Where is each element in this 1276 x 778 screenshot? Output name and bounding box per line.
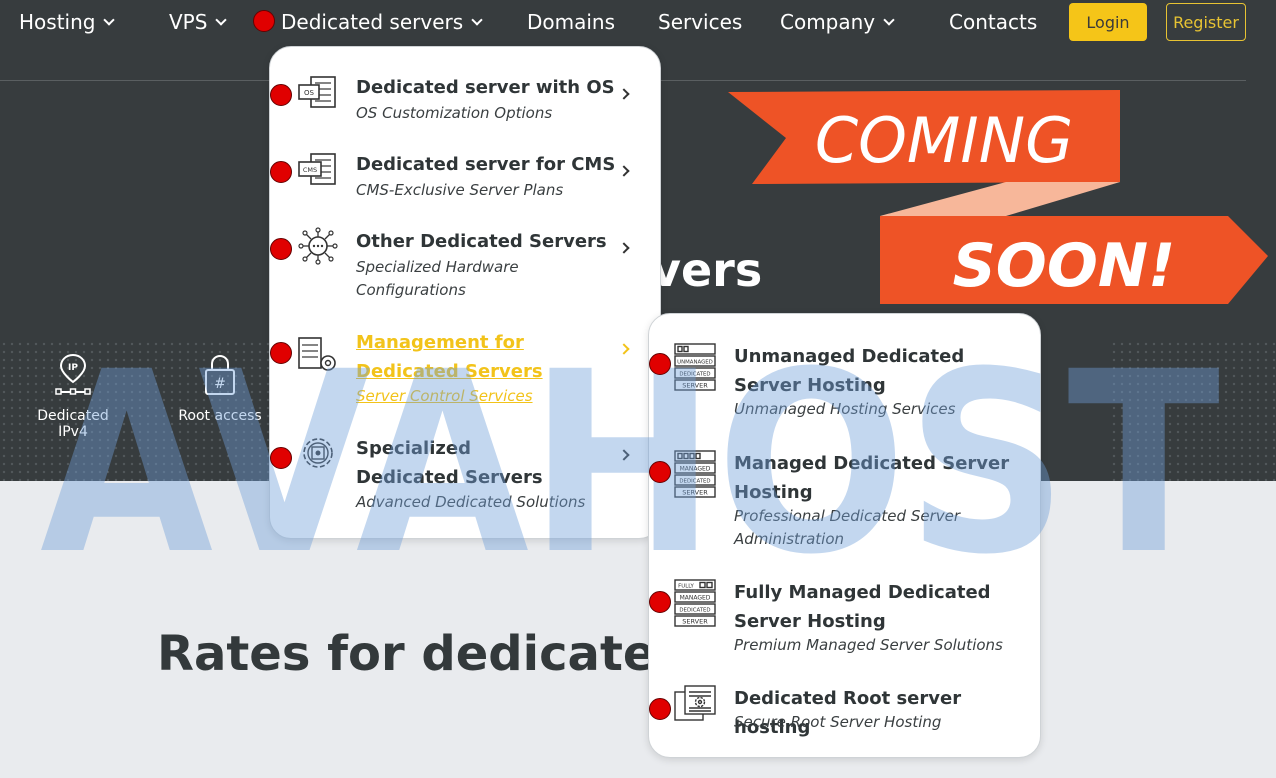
nav-dedicated-label: Dedicated servers (281, 10, 464, 34)
stack-label: MANAGED (680, 466, 711, 473)
menu-item-subtitle: Server Control Services (356, 387, 533, 405)
nav-domains[interactable]: Domains (527, 7, 615, 37)
svg-text:IP: IP (68, 363, 78, 373)
chevron-down-icon (215, 13, 228, 26)
marker-dot (270, 342, 292, 364)
nav-domains-label: Domains (527, 10, 616, 34)
menu-item-management-dedicated[interactable]: Management for Dedicated Servers Server … (297, 328, 647, 408)
server-stack-unmanaged-icon: UNMANAGED DEDICATED SERVER (674, 343, 716, 391)
coming-soon-banner: COMING SOON! (728, 90, 1268, 304)
server-os-icon: OS (298, 76, 336, 108)
stack-label: DEDICATED (679, 479, 710, 485)
nav-dedicated-servers[interactable]: Dedicated servers (281, 7, 483, 37)
feature-dedicated-ipv4: IP Dedicated IPv4 (21, 352, 125, 440)
stack-label: DEDICATED (679, 372, 710, 378)
nav-company[interactable]: Company (780, 7, 895, 37)
banner-line1: COMING (815, 104, 1073, 177)
marker-dot (270, 447, 292, 469)
banner-line2: SOON! (953, 231, 1176, 301)
nav-vps[interactable]: VPS (169, 7, 228, 37)
chevron-right-icon (618, 343, 630, 355)
ip-pin-icon: IP (55, 353, 91, 395)
marker-dot (253, 10, 275, 32)
dedicated-servers-menu: OS Dedicated server with OS OS Customiza… (269, 46, 661, 539)
marker-dot (649, 698, 671, 720)
menu-item-specialized-dedicated[interactable]: Specialized Dedicated Servers Advanced D… (297, 434, 647, 524)
stack-label: SERVER (682, 382, 708, 390)
nav-contacts-label: Contacts (949, 10, 1038, 34)
stack-label: UNMANAGED (677, 360, 713, 366)
marker-dot (270, 84, 292, 106)
menu-item-title: Management for Dedicated Servers (356, 332, 543, 382)
chevron-down-icon (883, 13, 895, 26)
menu-item-subtitle: Specialized Hardware Configurations (356, 258, 519, 299)
submenu-item-fully-managed[interactable]: FULLY MANAGED DEDICATED SERVER Fully Man… (673, 578, 1023, 668)
chevron-right-icon (618, 88, 630, 100)
menu-item-title: Dedicated server for CMS (356, 154, 616, 175)
menu-item-title: Specialized Dedicated Servers (356, 438, 543, 488)
login-button[interactable]: Login (1069, 3, 1147, 41)
marker-dot (649, 353, 671, 375)
management-submenu: UNMANAGED DEDICATED SERVER Unmanaged Ded… (648, 313, 1041, 758)
submenu-item-managed[interactable]: MANAGED DEDICATED SERVER Managed Dedicat… (673, 449, 1023, 559)
menu-item-server-with-os[interactable]: OS Dedicated server with OS OS Customiza… (297, 73, 647, 133)
submenu-item-root-hosting[interactable]: Dedicated Root server hosting Secure Roo… (673, 684, 1023, 744)
nav-hosting-label: Hosting (19, 10, 96, 34)
rates-title: Rates for dedicated se (157, 626, 657, 682)
hero-title: vers (651, 243, 763, 297)
nav-vps-label: VPS (169, 10, 208, 34)
server-stack-managed-icon: MANAGED DEDICATED SERVER (674, 450, 716, 498)
submenu-item-subtitle: Professional Dedicated Server Administra… (734, 507, 961, 548)
menu-item-title: Dedicated server with OS (356, 77, 615, 98)
stack-label: SERVER (682, 489, 708, 497)
network-nodes-icon (298, 227, 338, 265)
register-button[interactable]: Register (1166, 3, 1246, 41)
svg-text:OS: OS (304, 89, 315, 97)
stack-label: SERVER (682, 618, 708, 626)
menu-item-subtitle: OS Customization Options (356, 104, 553, 122)
hero-grid-pattern-right (1110, 340, 1276, 481)
feature-root-access: # Root access (170, 352, 270, 424)
submenu-item-subtitle: Unmanaged Hosting Services (734, 400, 956, 418)
marker-dot (270, 238, 292, 260)
submenu-item-subtitle: Secure Root Server Hosting (734, 713, 942, 731)
chevron-right-icon (618, 165, 630, 177)
submenu-item-subtitle: Premium Managed Server Solutions (734, 636, 1003, 654)
svg-text:#: # (214, 376, 226, 392)
feature-label: Dedicated IPv4 (37, 408, 109, 440)
chevron-down-icon (471, 13, 483, 26)
server-root-gear-icon (674, 685, 716, 721)
menu-item-server-for-cms[interactable]: CMS Dedicated server for CMS CMS-Exclusi… (297, 150, 647, 210)
marker-dot (649, 591, 671, 613)
marker-dot (270, 161, 292, 183)
chevron-down-icon (103, 13, 116, 26)
top-nav: Hosting VPS Dedicated servers Domains Se… (0, 0, 1276, 44)
marker-dot (649, 461, 671, 483)
submenu-item-title: Fully Managed Dedicated Server Hosting (734, 582, 991, 632)
lock-hash-icon: # (205, 354, 235, 395)
stack-label: DEDICATED (679, 608, 710, 614)
nav-company-label: Company (780, 10, 876, 34)
nav-hosting[interactable]: Hosting (19, 7, 116, 37)
server-stack-fully-managed-icon: FULLY MANAGED DEDICATED SERVER (674, 579, 716, 627)
nav-contacts[interactable]: Contacts (949, 7, 1037, 37)
feature-label: Root access (178, 408, 262, 424)
menu-item-subtitle: Advanced Dedicated Solutions (356, 493, 586, 511)
submenu-item-unmanaged[interactable]: UNMANAGED DEDICATED SERVER Unmanaged Ded… (673, 342, 1023, 432)
server-gear-icon (298, 337, 336, 371)
submenu-item-title: Managed Dedicated Server Hosting (734, 453, 1010, 503)
nav-services-label: Services (658, 10, 743, 34)
stack-label: MANAGED (680, 595, 711, 602)
nav-services[interactable]: Services (658, 7, 742, 37)
submenu-item-title: Unmanaged Dedicated Server Hosting (734, 346, 965, 396)
menu-item-subtitle: CMS-Exclusive Server Plans (356, 181, 564, 199)
menu-item-other-dedicated[interactable]: Other Dedicated Servers Specialized Hard… (297, 227, 647, 307)
chevron-right-icon (618, 242, 630, 254)
server-cms-icon: CMS (298, 153, 336, 185)
svg-text:CMS: CMS (303, 166, 317, 174)
chevron-right-icon (618, 449, 630, 461)
gear-chip-icon (303, 438, 333, 468)
stack-label: FULLY (678, 584, 694, 590)
menu-item-title: Other Dedicated Servers (356, 231, 607, 252)
